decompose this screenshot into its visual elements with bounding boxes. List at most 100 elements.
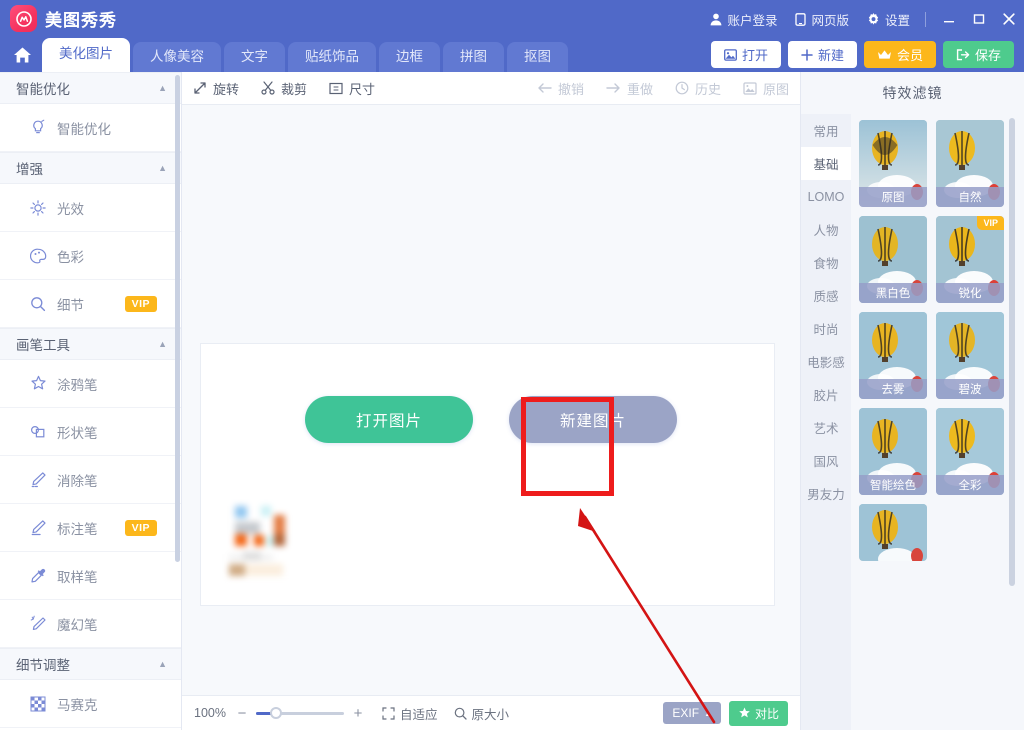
sidebar-item-mosaic[interactable]: 马赛克 (0, 680, 181, 728)
zoom-in-button[interactable]: + (350, 705, 366, 722)
filter-category-changyong[interactable]: 常用 (801, 114, 851, 147)
tab-koutu[interactable]: 抠图 (507, 42, 568, 72)
save-button-label: 保存 (974, 48, 1001, 63)
save-button[interactable]: 保存 (942, 41, 1014, 68)
fit-screen-icon (382, 706, 395, 720)
main-area: 旋转 裁剪 尺寸 撤销 重做 历史 原图 打开图片 新建图片 100% − + … (182, 72, 800, 730)
sidebar-group-smart-optimize[interactable]: 智能优化 ▲ (0, 72, 181, 104)
filter-category-jiaopian[interactable]: 胶片 (801, 378, 851, 411)
fit-label: 自适应 (399, 707, 438, 722)
tab-wenzi[interactable]: 文字 (224, 42, 285, 72)
size-button[interactable]: 尺寸 (318, 79, 386, 98)
welcome-button-row: 打开图片 新建图片 (305, 396, 677, 443)
filter-thumb-ruihua[interactable]: VIP 锐化 (936, 216, 1004, 303)
original-image-button[interactable]: 原图 (732, 79, 800, 98)
zoom-slider-knob[interactable] (269, 707, 282, 719)
user-icon (710, 13, 722, 26)
filter-thumb-quwu[interactable]: 去雾 (859, 312, 927, 399)
sidebar-item-shape-pen[interactable]: 形状笔 (0, 408, 181, 456)
sidebar-item-detail[interactable]: 细节 VIP (0, 280, 181, 328)
sidebar-item-color[interactable]: 色彩 (0, 232, 181, 280)
filter-thumb-quancai[interactable]: 全彩 (936, 408, 1004, 495)
chevron-up-icon: ▲ (158, 163, 167, 173)
fit-to-screen-button[interactable]: 自适应 (382, 704, 438, 723)
monitor-icon (795, 12, 807, 26)
filter-category-dianyinggan[interactable]: 电影感 (801, 345, 851, 378)
filter-panel: 特效滤镜 常用 基础 LOMO 人物 食物 质感 时尚 电影感 胶片 艺术 国风… (800, 72, 1024, 730)
tab-biankuang[interactable]: 边框 (379, 42, 440, 72)
filter-category-shishang[interactable]: 时尚 (801, 312, 851, 345)
sidebar-item-label: 取样笔 (57, 569, 98, 585)
chevron-up-icon: ▲ (158, 339, 167, 349)
sidebar-item-label: 魔幻笔 (57, 617, 98, 633)
undo-button[interactable]: 撤销 (526, 79, 595, 98)
filter-category-shiwu[interactable]: 食物 (801, 246, 851, 279)
filter-thumb-zhinenghuise[interactable]: 智能绘色 (859, 408, 927, 495)
sidebar-group-detail-adjust[interactable]: 细节调整 ▲ (0, 648, 181, 680)
close-button[interactable] (994, 0, 1024, 38)
filter-category-lomo[interactable]: LOMO (801, 180, 851, 213)
sidebar-item-label: 形状笔 (57, 425, 98, 441)
sidebar-group-label: 增强 (16, 162, 43, 177)
filter-thumb-label: 原图 (859, 187, 927, 207)
history-button[interactable]: 历史 (664, 79, 732, 98)
filter-category-label: 艺术 (813, 422, 839, 436)
filter-thumb-bibo[interactable]: 碧波 (936, 312, 1004, 399)
web-version-button[interactable]: 网页版 (786, 0, 858, 38)
filter-thumb-yuantu[interactable]: 原图 (859, 120, 927, 207)
tab-renxiang-meirong[interactable]: 人像美容 (133, 42, 221, 72)
filter-category-renwu[interactable]: 人物 (801, 213, 851, 246)
account-login-button[interactable]: 账户登录 (701, 0, 786, 38)
crop-button[interactable]: 裁剪 (250, 79, 318, 98)
rotate-button[interactable]: 旋转 (182, 79, 250, 98)
sidebar-item-label: 细节 (57, 297, 84, 313)
filter-category-nanyouli[interactable]: 男友力 (801, 477, 851, 510)
open-button[interactable]: 打开 (710, 41, 781, 68)
open-image-button[interactable]: 打开图片 (305, 396, 473, 443)
sidebar-item-eyedropper[interactable]: 取样笔 (0, 552, 181, 600)
filter-category-zhigan[interactable]: 质感 (801, 279, 851, 312)
home-icon[interactable] (8, 38, 36, 72)
filter-category-guofeng[interactable]: 国风 (801, 444, 851, 477)
size-label: 尺寸 (349, 81, 376, 97)
vip-badge: VIP (124, 295, 157, 312)
tab-label: 抠图 (524, 49, 551, 64)
sidebar-item-magic-pen[interactable]: 魔幻笔 (0, 600, 181, 648)
recent-image-thumbnail[interactable] (223, 492, 298, 580)
sidebar-item-smart-optimize[interactable]: 智能优化 (0, 104, 181, 152)
sidebar-item-eraser-pen[interactable]: 消除笔 (0, 456, 181, 504)
crown-icon (877, 49, 892, 60)
sidebar-item-annotate-pen[interactable]: 标注笔 VIP (0, 504, 181, 552)
maximize-button[interactable] (964, 0, 994, 38)
sidebar-item-doodle-pen[interactable]: 涂鸦笔 (0, 360, 181, 408)
chevron-up-icon: ▲ (158, 83, 167, 93)
zoom-out-button[interactable]: − (234, 705, 250, 722)
minimize-button[interactable] (934, 0, 964, 38)
vip-button[interactable]: 会员 (863, 41, 936, 68)
filter-thumb-heibaise[interactable]: 黑白色 (859, 216, 927, 303)
filter-category-jichu[interactable]: 基础 (801, 147, 851, 180)
actual-size-button[interactable]: 原大小 (454, 704, 509, 723)
filter-thumb-partial[interactable] (859, 504, 927, 561)
gear-icon (867, 12, 880, 26)
plus-icon (801, 48, 813, 61)
sidebar-item-light-effect[interactable]: 光效 (0, 184, 181, 232)
filter-thumbnail-grid: 原图 自然 黑白色 VIP 锐化 去雾 碧波 智能绘色 全彩 (851, 114, 1024, 730)
filter-panel-scrollbar[interactable] (1009, 118, 1015, 586)
settings-button[interactable]: 设置 (858, 0, 919, 38)
tab-pintu[interactable]: 拼图 (443, 42, 504, 72)
magnifier-icon (30, 296, 52, 312)
magnifier-icon (454, 707, 467, 720)
filter-thumb-ziran[interactable]: 自然 (936, 120, 1004, 207)
sidebar-group-brush-tools[interactable]: 画笔工具 ▲ (0, 328, 181, 360)
sidebar-scrollbar[interactable] (175, 75, 180, 562)
app-logo: 美图秀秀 (10, 5, 117, 32)
redo-button[interactable]: 重做 (595, 79, 664, 98)
redo-arrow-icon (606, 82, 621, 94)
filter-category-yishu[interactable]: 艺术 (801, 411, 851, 444)
new-button[interactable]: 新建 (787, 41, 857, 68)
tab-meihua-tupian[interactable]: 美化图片 (42, 38, 130, 72)
tab-tiezhi-shipin[interactable]: 贴纸饰品 (288, 42, 376, 72)
sidebar-group-enhance[interactable]: 增强 ▲ (0, 152, 181, 184)
zoom-slider[interactable] (255, 706, 344, 720)
